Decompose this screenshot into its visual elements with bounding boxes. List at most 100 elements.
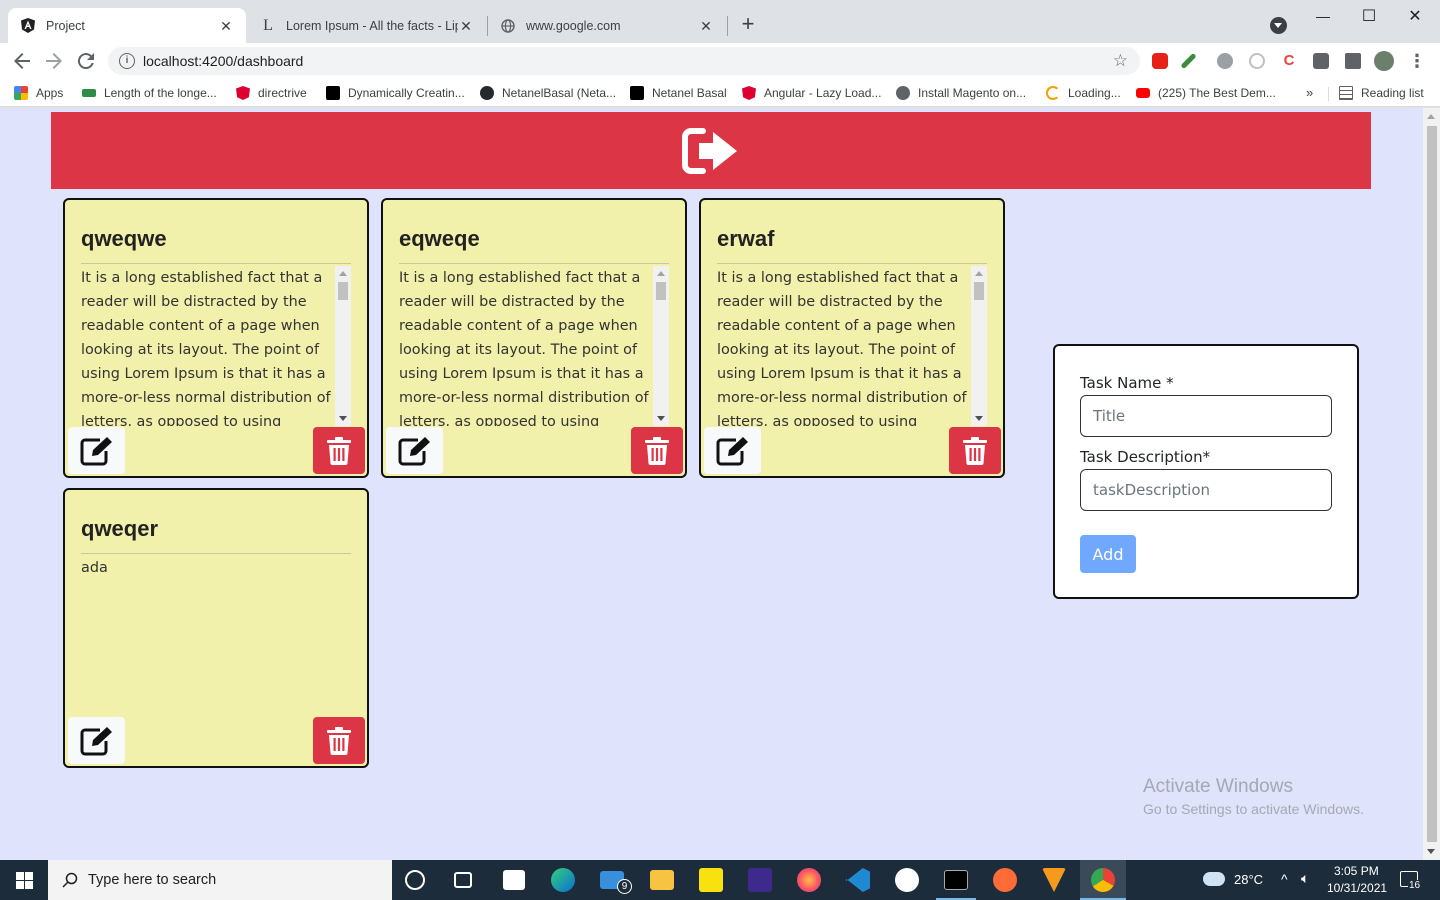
clock-date[interactable]: 10/31/2021 [1327, 881, 1387, 895]
youtube-extension-icon[interactable] [1152, 53, 1168, 69]
scroll-up-arrow[interactable] [1427, 114, 1435, 119]
tab-google[interactable]: www.google.com ✕ [488, 8, 726, 43]
volume-icon[interactable]: 🔈︎ [1301, 870, 1309, 887]
address-bar[interactable]: i localhost:4200/dashboard ☆ [108, 47, 1140, 75]
bookmark-item[interactable]: Dynamically Creatin... [326, 84, 465, 102]
task-view-icon[interactable] [454, 872, 472, 888]
bookmark-label: Length of the longe... [104, 86, 217, 100]
description-scrollbar[interactable] [653, 266, 669, 426]
minimize-button[interactable]: — [1300, 0, 1346, 32]
profile-avatar-icon[interactable] [1374, 51, 1394, 71]
back-arrow-icon[interactable] [10, 49, 34, 73]
more-bookmarks-button[interactable]: » [1306, 85, 1313, 100]
target-extension-icon[interactable] [1249, 53, 1265, 69]
temperature[interactable]: 28°C [1234, 872, 1263, 887]
close-window-button[interactable]: ✕ [1392, 0, 1438, 32]
youtube-icon [1136, 88, 1150, 98]
edit-task-button[interactable] [704, 427, 761, 474]
edit-task-button[interactable] [386, 427, 443, 474]
bookmark-label: Apps [36, 86, 64, 100]
postman-icon[interactable] [993, 868, 1017, 892]
close-tab-icon[interactable]: ✕ [218, 18, 234, 34]
page-viewport: qweqwe It is a long established fact tha… [0, 108, 1440, 860]
delete-task-button[interactable] [313, 717, 365, 764]
delete-task-button[interactable] [313, 427, 365, 474]
trash-icon [963, 436, 987, 465]
page-scrollbar[interactable] [1423, 108, 1440, 860]
bookmark-item[interactable]: NetanelBasal (Neta... [480, 84, 616, 102]
bookmark-label: (225) The Best Dem... [1158, 86, 1276, 100]
add-task-button[interactable]: Add [1080, 535, 1136, 573]
close-tab-icon[interactable]: ✕ [458, 18, 474, 34]
close-tab-icon[interactable]: ✕ [698, 18, 714, 34]
chrome-icon[interactable] [1091, 868, 1115, 892]
windows-taskbar: Type here to search 9 28°C ^ 🔈︎ 3:05 PM … [0, 860, 1440, 900]
bookmark-item[interactable]: Netanel Basal [630, 84, 727, 102]
forward-arrow-icon[interactable] [42, 49, 66, 73]
clock-time[interactable]: 3:05 PM [1334, 864, 1379, 878]
task-description-input[interactable] [1080, 469, 1332, 511]
activate-windows-subtitle: Go to Settings to activate Windows. [1143, 801, 1364, 817]
bookmarks-bar: Apps Length of the longe... directrive D… [0, 79, 1440, 107]
edit-task-button[interactable] [68, 717, 125, 764]
delete-task-button[interactable] [631, 427, 683, 474]
dev-icon [630, 86, 644, 100]
task-title: eqweqe [399, 226, 480, 251]
search-icon [62, 872, 78, 888]
taskbar-search[interactable]: Type here to search [48, 860, 392, 900]
add-task-form: Task Name * Task Description* Add [1053, 344, 1359, 599]
c-extension-icon[interactable]: C [1281, 53, 1297, 69]
bookmark-item[interactable]: (225) The Best Dem... [1136, 84, 1276, 102]
bookmark-item[interactable]: directrive [236, 84, 307, 102]
bookmark-star-icon[interactable]: ☆ [1113, 51, 1128, 71]
tab-project[interactable]: Project ✕ [8, 8, 246, 43]
vscode-icon[interactable] [846, 868, 870, 892]
url-text[interactable]: localhost:4200/dashboard [143, 53, 303, 69]
new-tab-button[interactable]: + [738, 13, 758, 35]
scroll-down-arrow[interactable] [1427, 849, 1435, 854]
bookmark-item[interactable]: Loading... [1046, 84, 1121, 102]
sticky-notes-icon[interactable] [699, 868, 723, 892]
tab-search-icon[interactable] [1270, 17, 1287, 34]
bookmark-item[interactable]: Install Magento on... [896, 84, 1026, 102]
weather-cloud-icon[interactable] [1203, 872, 1225, 886]
tray-chevron-icon[interactable]: ^ [1281, 871, 1288, 887]
file-explorer-icon[interactable] [650, 870, 674, 890]
delete-task-button[interactable] [949, 427, 1001, 474]
bookmark-label: Angular - Lazy Load... [764, 86, 882, 100]
reading-list-button[interactable]: Reading list [1339, 84, 1424, 102]
browser-toolbar: i localhost:4200/dashboard ☆ C ⋮ [0, 43, 1440, 79]
terminal-icon[interactable] [944, 870, 968, 890]
maximize-button[interactable]: ☐ [1346, 0, 1392, 32]
devtools-extension-icon[interactable] [1313, 53, 1329, 69]
edit-task-button[interactable] [68, 427, 125, 474]
menu-kebab-icon[interactable]: ⋮ [1408, 51, 1426, 71]
description-scrollbar[interactable] [335, 266, 351, 426]
github-icon [480, 86, 494, 100]
firefox-icon[interactable] [797, 868, 821, 892]
bookmark-item[interactable]: Angular - Lazy Load... [742, 84, 881, 102]
title-divider [399, 263, 669, 264]
dropper-extension-icon[interactable] [1180, 52, 1197, 70]
start-button[interactable] [0, 860, 48, 900]
logout-icon[interactable] [681, 126, 741, 176]
puzzle-extension-icon[interactable] [1345, 53, 1361, 69]
tab-lorem-ipsum[interactable]: L Lorem Ipsum - All the facts - Lips ✕ [248, 8, 486, 43]
site-info-icon[interactable]: i [119, 53, 135, 69]
task-description: ada [81, 560, 108, 576]
task-name-input[interactable] [1080, 395, 1332, 437]
edge-icon[interactable] [551, 868, 575, 892]
bookmark-divider [1328, 87, 1329, 101]
sublime-icon[interactable] [1042, 868, 1066, 892]
reload-icon[interactable] [74, 49, 98, 73]
cortana-icon[interactable] [405, 870, 425, 890]
cloud-extension-icon[interactable] [1217, 53, 1233, 69]
amazon-music-icon[interactable] [748, 868, 772, 892]
bookmark-apps[interactable]: Apps [14, 84, 63, 102]
bookmark-item[interactable]: Length of the longe... [82, 84, 217, 102]
description-scrollbar[interactable] [971, 266, 987, 426]
scroll-thumb[interactable] [1427, 126, 1437, 842]
mongodb-icon[interactable] [895, 868, 919, 892]
store-icon[interactable] [503, 870, 525, 890]
title-divider [717, 263, 987, 264]
